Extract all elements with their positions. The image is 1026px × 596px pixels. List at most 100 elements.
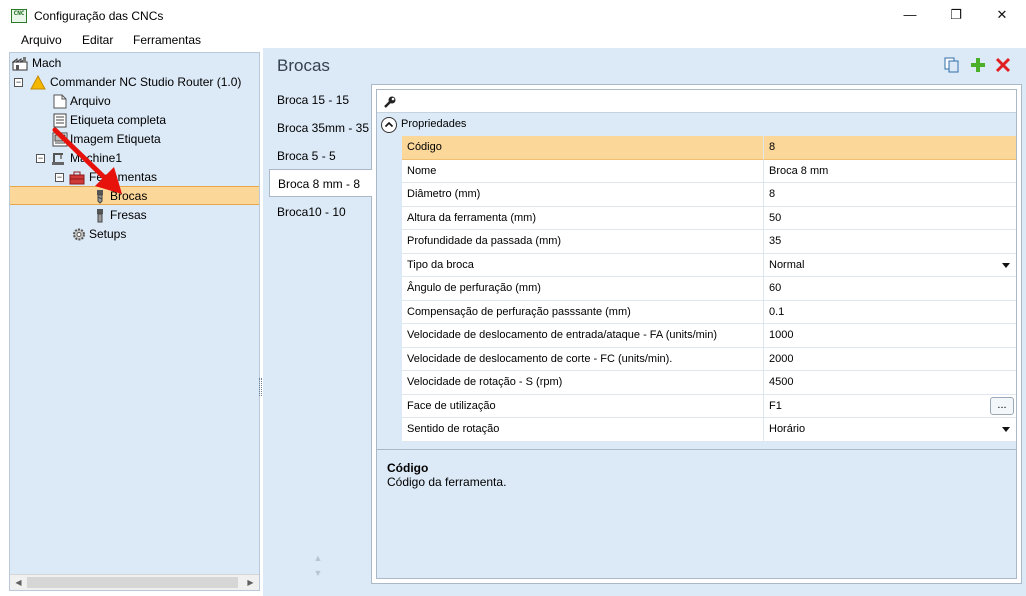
tab-broca-8mm[interactable]: Broca 8 mm - 8 [269,169,372,197]
property-value[interactable]: 0.1 [764,300,1016,324]
menu-ferramentas[interactable]: Ferramentas [133,33,201,47]
tool-tabs: Broca 15 - 15 Broca 35mm - 35 Broca 5 - … [263,86,372,596]
property-value[interactable]: 8 [764,183,1016,207]
row-gutter [377,206,402,230]
property-row-profundidade[interactable]: Profundidade da passada (mm) 35 [377,230,1016,254]
drill-bit-icon [97,190,103,204]
property-row-codigo[interactable]: Código 8 [377,136,1016,160]
row-gutter [377,253,402,277]
tree-label-setups: Setups [89,227,127,241]
property-value[interactable]: 60 [764,277,1016,301]
property-name: Código [402,136,764,160]
property-name: Velocidade de deslocamento de entrada/at… [402,324,764,348]
minimize-button[interactable]: — [887,0,933,30]
property-value[interactable]: 4500 [764,371,1016,395]
row-gutter [377,324,402,348]
tab-broca-5[interactable]: Broca 5 - 5 [269,142,371,170]
description-panel: Código Código da ferramenta. [377,449,1016,578]
ellipsis-button[interactable]: ... [990,396,1014,415]
menu-arquivo[interactable]: Arquivo [21,33,62,47]
property-row-face[interactable]: Face de utilização F1 ... [377,394,1016,418]
document-icon [53,94,67,109]
wrench-icon[interactable] [383,95,397,109]
collapse-toggle[interactable]: − [14,78,23,87]
chevron-down-icon[interactable] [1002,262,1010,268]
tree-label-ferramentas: Ferramentas [89,170,158,184]
tree-label-mach: Mach [32,56,62,70]
property-value[interactable]: Broca 8 mm [764,159,1016,183]
property-name: Nome [402,159,764,183]
property-value[interactable]: 2000 [764,347,1016,371]
factory-icon [12,57,28,71]
property-row-diametro[interactable]: Diâmetro (mm) 8 [377,183,1016,207]
property-name: Sentido de rotação [402,418,764,442]
scroll-up-icon[interactable]: ▲ [313,553,323,563]
section-label: Propriedades [401,118,467,130]
add-icon[interactable] [969,56,987,74]
property-value: Horário [769,423,806,435]
collapse-toggle[interactable]: − [55,173,64,182]
property-row-angulo[interactable]: Ângulo de perfuração (mm) 60 [377,277,1016,301]
image-label-icon [52,132,68,147]
property-name: Velocidade de rotação - S (rpm) [402,371,764,395]
description-title: Código [387,461,429,475]
maximize-button[interactable]: ❐ [933,0,979,30]
chevron-down-icon[interactable] [1002,427,1010,432]
tree-label-imagem-etiqueta: Imagem Etiqueta [70,132,161,146]
scroll-down-icon[interactable]: ▼ [313,568,323,578]
collapse-toggle[interactable]: − [36,154,45,163]
property-value: Normal [769,258,805,271]
tree-horizontal-scrollbar[interactable]: ◀ ▶ [10,574,259,590]
chevron-up-icon[interactable] [381,117,397,133]
property-value[interactable]: 35 [764,230,1016,254]
row-gutter [377,418,402,442]
property-ellipsis-field[interactable]: F1 ... [764,394,1016,418]
scrollbar-thumb[interactable] [27,577,238,588]
scroll-left-icon[interactable]: ◀ [10,575,27,591]
tab-broca-15[interactable]: Broca 15 - 15 [269,86,371,114]
property-row-velocidade-rotacao[interactable]: Velocidade de rotação - S (rpm) 4500 [377,371,1016,395]
window-title: Configuração das CNCs [34,9,164,23]
row-gutter [377,277,402,301]
property-value[interactable]: 1000 [764,324,1016,348]
tree-panel: Mach − Commander NC Studio Router (1.0) … [9,52,260,591]
close-button[interactable]: ✕ [979,0,1025,30]
row-gutter [377,136,402,160]
property-row-sentido[interactable]: Sentido de rotação Horário [377,418,1016,442]
property-value[interactable]: 50 [764,206,1016,230]
property-name: Compensação de perfuração passsante (mm) [402,300,764,324]
scroll-right-icon[interactable]: ▶ [242,575,259,591]
property-name: Face de utilização [402,394,764,418]
app-icon: CNC [11,9,27,23]
section-header[interactable]: Propriedades [377,114,1016,136]
gear-icon [73,228,85,241]
panel-splitter[interactable] [259,378,262,396]
tab-broca-35mm[interactable]: Broca 35mm - 35 [269,114,371,142]
delete-icon[interactable] [994,56,1012,74]
property-row-nome[interactable]: Nome Broca 8 mm [377,159,1016,183]
property-row-altura[interactable]: Altura da ferramenta (mm) 50 [377,206,1016,230]
property-dropdown[interactable]: Normal [764,253,1016,277]
property-row-velocidade-entrada[interactable]: Velocidade de deslocamento de entrada/at… [377,324,1016,348]
property-name: Altura da ferramenta (mm) [402,206,764,230]
property-name: Diâmetro (mm) [402,183,764,207]
property-row-compensacao[interactable]: Compensação de perfuração passsante (mm)… [377,300,1016,324]
property-row-tipo-broca[interactable]: Tipo da broca Normal [377,253,1016,277]
tree-label-etiqueta-completa: Etiqueta completa [70,113,167,127]
row-gutter [377,394,402,418]
row-gutter [377,159,402,183]
menu-editar[interactable]: Editar [82,33,113,47]
property-dropdown[interactable]: Horário [764,418,1016,442]
tree-label-brocas: Brocas [110,189,148,203]
row-gutter [377,371,402,395]
copy-icon[interactable] [943,56,961,74]
property-value: F1 [769,399,782,412]
property-value[interactable]: 8 [764,136,1016,160]
title-bar: CNC Configuração das CNCs — ❐ ✕ [0,0,1026,30]
toolbox-icon [69,171,85,185]
row-gutter [377,230,402,254]
mill-bit-icon [97,209,103,223]
tab-broca-10[interactable]: Broca10 - 10 [269,198,371,226]
property-row-velocidade-corte[interactable]: Velocidade de deslocamento de corte - FC… [377,347,1016,371]
tree-label-fresas: Fresas [110,208,147,222]
